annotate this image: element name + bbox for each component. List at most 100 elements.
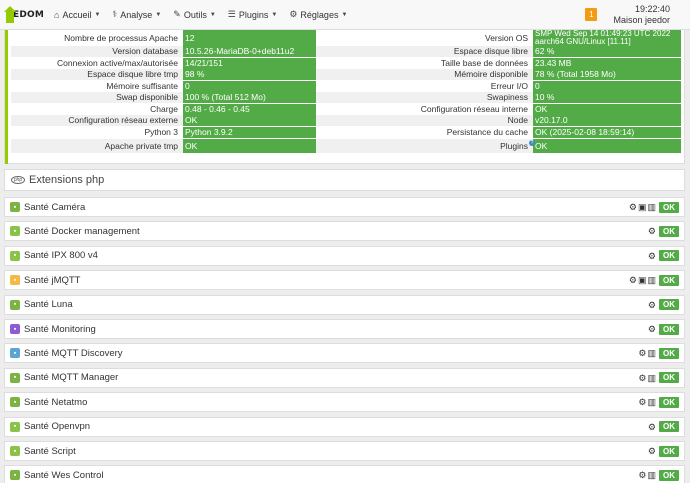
- info-label: Nombre de processus Apache: [64, 33, 178, 43]
- plugin-name[interactable]: Santé Openvpn: [24, 421, 90, 432]
- plugin-health-row: ▪ Santé Netatmo ⚙ ▥ OK: [4, 392, 685, 413]
- system-info-row: Nombre de processus Apache 12 Version OS SM…: [11, 30, 681, 46]
- status-ok-badge: OK: [659, 445, 679, 457]
- gears-icon[interactable]: ⚙: [629, 275, 637, 285]
- system-info-row: Connexion active/max/autorisée 14/21/151 T…: [11, 57, 681, 69]
- plugin-health-row: ▪ Santé Monitoring ⚙ OK: [4, 319, 685, 339]
- plugin-health-row: ▪ Santé IPX 800 v4 ⚙ OK: [4, 245, 685, 266]
- status-ok-badge: OK: [659, 299, 679, 311]
- info-value: 10 %: [533, 92, 681, 104]
- menu-accueil[interactable]: ⌂ Accueil ▼: [48, 0, 106, 30]
- clock-block: 19:22:40 Maison jeedor: [613, 4, 670, 26]
- gears-icon[interactable]: ⚙: [648, 446, 656, 456]
- plugin-actions: ⚙ ▥ OK: [637, 469, 679, 481]
- plugin-name[interactable]: Santé Monitoring: [24, 324, 96, 335]
- system-info-row: Mémoire suffisante 0 Erreur I/O 0: [11, 80, 681, 92]
- info-value: SMP Wed Sep 14 01:49:23 UTC 2022 aarch64…: [533, 30, 681, 46]
- plugin-name[interactable]: Santé jMQTT: [24, 275, 81, 286]
- menu-analyse[interactable]: ⚕ Analyse ▼: [106, 0, 167, 30]
- info-value: OK: [533, 103, 681, 115]
- trash-icon[interactable]: ▥: [647, 202, 656, 212]
- plugin-icon: ▪: [10, 202, 20, 212]
- status-ok-badge: OK: [659, 396, 679, 408]
- gears-icon[interactable]: ⚙: [648, 251, 656, 261]
- plugin-name[interactable]: Santé IPX 800 v4: [24, 250, 98, 261]
- plugin-icon: ▪: [10, 421, 20, 432]
- info-label: Configuration réseau externe: [68, 115, 178, 125]
- info-value: 78 % (Total 1958 Mo): [533, 69, 681, 81]
- trash-icon[interactable]: ▥: [647, 348, 656, 358]
- info-value: 0.48 - 0.46 - 0.45: [183, 103, 316, 115]
- caret-down-icon: ▼: [94, 11, 101, 18]
- gears-icon[interactable]: ⚙: [629, 202, 637, 212]
- plugin-name[interactable]: Santé Luna: [24, 299, 73, 310]
- plugin-health-row: ▪ Santé MQTT Manager ⚙ ▥ OK: [4, 367, 685, 388]
- info-value: 100 % (Total 512 Mo): [183, 92, 316, 104]
- plugin-icon: ▪: [10, 470, 20, 481]
- system-info-row: Python 3 Python 3.9.2 Persistance du cache…: [11, 126, 681, 138]
- caret-down-icon: ▼: [155, 11, 162, 18]
- trash-icon[interactable]: ▥: [647, 397, 656, 407]
- plugin-name[interactable]: Santé MQTT Manager: [24, 372, 118, 383]
- jeedom-logo[interactable]: EEDOM: [4, 3, 44, 27]
- info-label: Connexion active/max/autorisée: [57, 57, 178, 68]
- info-label: Version database: [112, 46, 178, 56]
- plugin-actions: ⚙ ▣ ▥ OK: [628, 274, 679, 286]
- gears-icon[interactable]: ⚙: [638, 348, 646, 358]
- plugin-name[interactable]: Santé MQTT Discovery: [24, 348, 123, 359]
- menu-label: Plugins: [238, 9, 269, 20]
- menu-rglages[interactable]: ⚙ Réglages ▼: [283, 0, 353, 30]
- gears-icon[interactable]: ⚙: [638, 373, 646, 383]
- gears-icon[interactable]: ⚙: [648, 324, 656, 334]
- plugin-actions: ⚙ ▥ OK: [637, 347, 679, 359]
- plugin-health-row: ▪ Santé Openvpn ⚙ OK: [4, 416, 685, 437]
- plugin-name[interactable]: Santé Script: [24, 446, 76, 457]
- gears-icon[interactable]: ⚙: [648, 422, 656, 432]
- info-value: 0: [183, 80, 316, 92]
- camera-icon[interactable]: ▣: [638, 275, 647, 285]
- menu-label: Analyse: [120, 9, 153, 20]
- plugin-health-row: ▪ Santé MQTT Discovery ⚙ ▥ OK: [4, 343, 685, 364]
- status-ok-badge: OK: [659, 372, 679, 384]
- notification-badge[interactable]: 1: [585, 8, 598, 21]
- info-label: Apache private tmp: [104, 141, 178, 151]
- caret-down-icon: ▼: [341, 11, 348, 18]
- plugin-actions: ⚙ OK: [647, 323, 679, 335]
- plugin-name[interactable]: Santé Wes Control: [24, 470, 104, 481]
- info-label: Erreur I/O: [490, 80, 528, 91]
- info-label: Mémoire disponible: [454, 69, 528, 79]
- info-value: Python 3.9.2: [183, 126, 316, 138]
- trash-icon[interactable]: ▥: [647, 470, 656, 480]
- gears-icon[interactable]: ⚙: [648, 226, 656, 236]
- system-info-row: Version database 10.5.26-MariaDB-0+deb11u…: [11, 46, 681, 58]
- plugin-icon: ▪: [10, 275, 20, 286]
- gears-icon[interactable]: ⚙: [648, 300, 656, 310]
- menu-outils[interactable]: ✎ Outils ▼: [167, 0, 222, 30]
- info-label: Node: [507, 115, 528, 125]
- plugin-icon: ▪: [10, 446, 20, 456]
- plugin-actions: ⚙ ▥ OK: [637, 372, 679, 384]
- plugin-health-row: ▪ Santé Script ⚙ OK: [4, 441, 685, 461]
- plugin-name[interactable]: Santé Caméra: [24, 202, 85, 213]
- status-ok-badge: OK: [659, 225, 679, 237]
- menu-plugins[interactable]: ☰ Plugins ▼: [222, 0, 284, 30]
- gears-icon[interactable]: ⚙: [638, 470, 646, 480]
- trash-icon[interactable]: ▥: [647, 373, 656, 383]
- camera-icon[interactable]: ▣: [638, 202, 647, 212]
- help-icon[interactable]: ?: [529, 140, 535, 146]
- plugin-health-row: ▪ Santé Docker management ⚙ OK: [4, 221, 685, 242]
- php-icon: php: [11, 176, 25, 184]
- extensions-title: Extensions php: [29, 174, 105, 186]
- list-icon: ☰: [227, 9, 236, 19]
- plugin-icon: ▪: [10, 299, 20, 310]
- gears-icon[interactable]: ⚙: [638, 397, 646, 407]
- plugin-name[interactable]: Santé Docker management: [24, 226, 140, 237]
- info-label: Swap disponible: [116, 92, 178, 102]
- system-info-row: Swap disponible 100 % (Total 512 Mo) Swapi…: [11, 92, 681, 104]
- info-label: Python 3: [144, 126, 178, 137]
- info-label: Configuration réseau interne: [420, 103, 528, 114]
- info-value: OK: [183, 139, 316, 153]
- trash-icon[interactable]: ▥: [647, 275, 656, 285]
- plugin-name[interactable]: Santé Netatmo: [24, 397, 87, 408]
- plugin-actions: ⚙ OK: [647, 445, 679, 457]
